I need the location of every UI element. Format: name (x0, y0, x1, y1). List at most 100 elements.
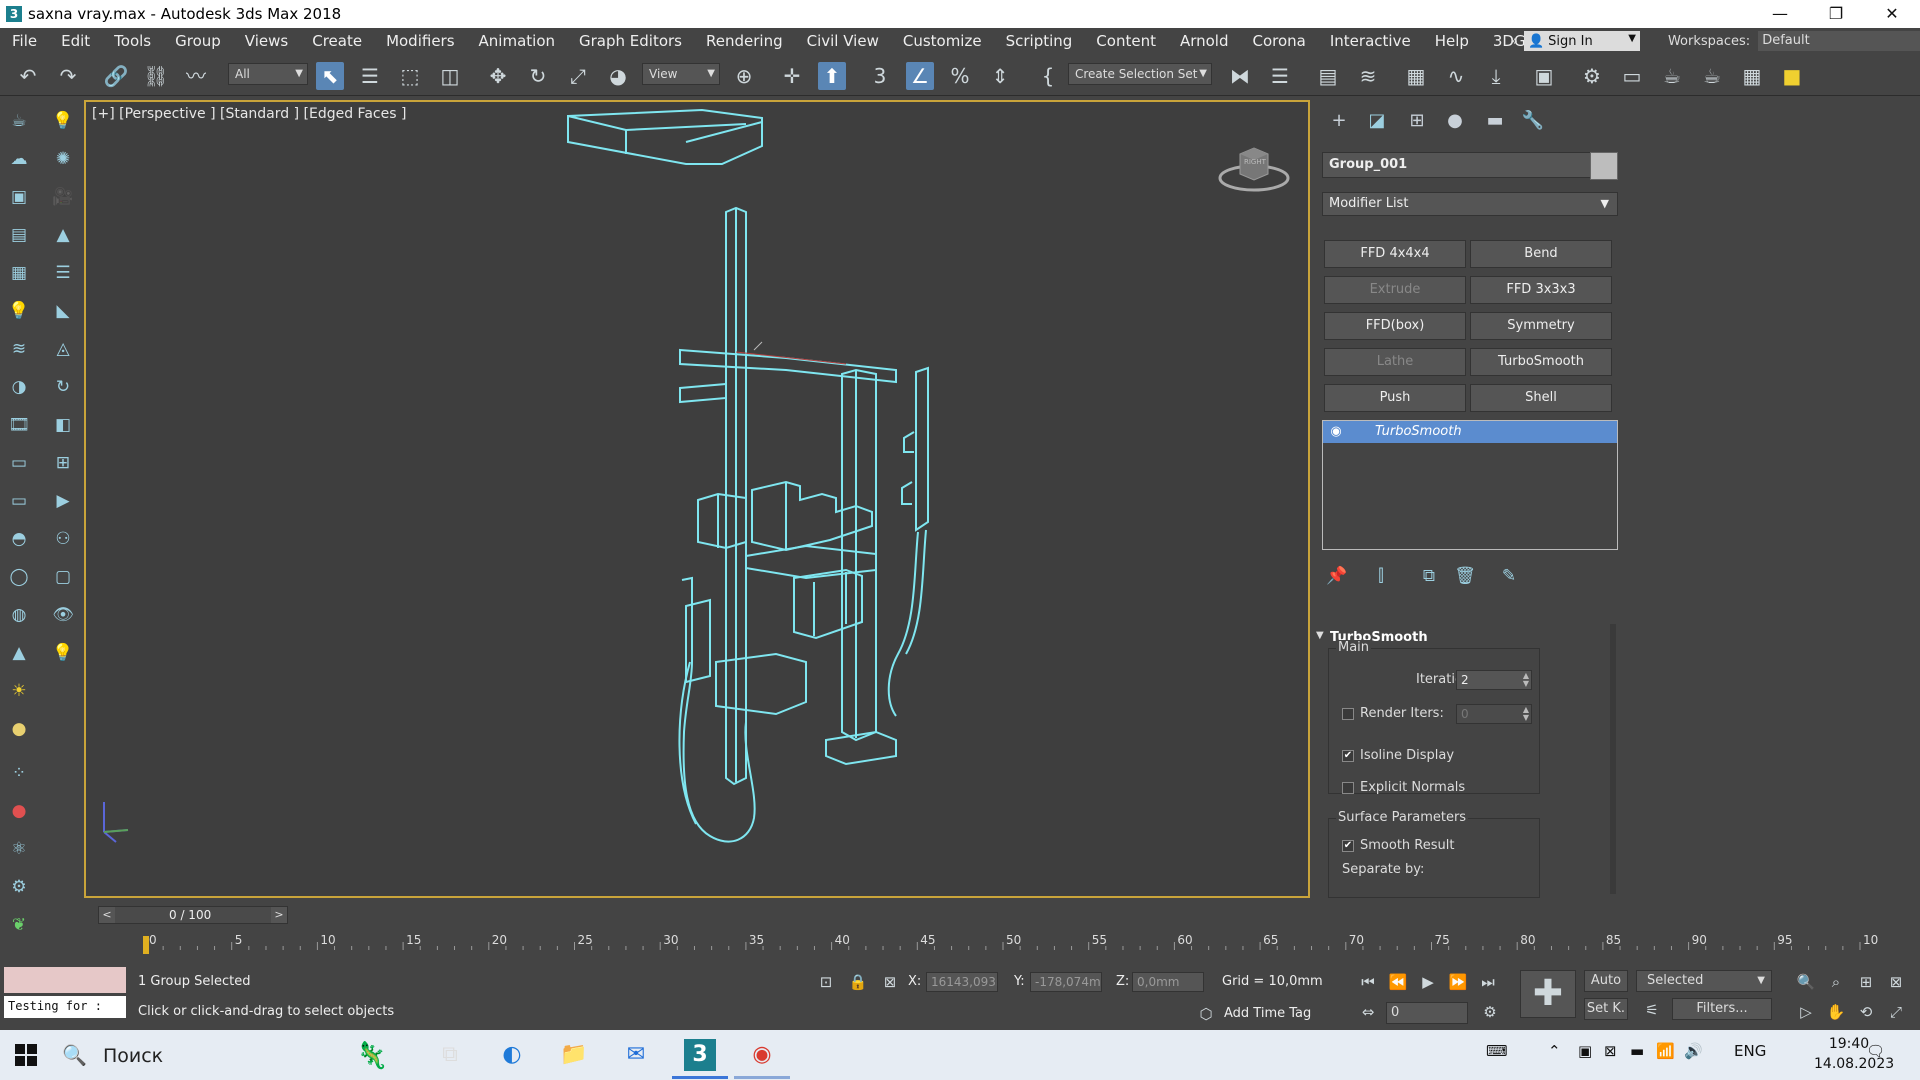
modifier-button-push[interactable]: Push (1324, 384, 1466, 412)
key-filter-dropdown[interactable]: Selected ▼ (1636, 970, 1772, 992)
render-setup-icon[interactable]: ⚙ (1578, 62, 1606, 90)
light-lister-icon[interactable]: 💡 (6, 298, 32, 324)
modifier-button-shell[interactable]: Shell (1470, 384, 1612, 412)
angle-snap-icon[interactable]: ∠ (906, 62, 934, 90)
scale-icon[interactable]: ⤢ (564, 62, 592, 90)
wifi-icon[interactable]: 📶 (1656, 1042, 1675, 1060)
selection-filter-dropdown[interactable]: All ▼ (228, 63, 308, 85)
menu-arnold[interactable]: Arnold (1168, 32, 1241, 50)
eye-icon[interactable]: 👁 (50, 602, 76, 628)
create-light-icon[interactable]: 💡 (50, 108, 76, 134)
volume-icon[interactable]: 🔊 (1684, 1042, 1703, 1060)
object-name-field[interactable]: Group_001 (1322, 152, 1592, 178)
unlink-icon[interactable]: ⛓ (142, 62, 170, 90)
link-icon[interactable]: 🔗 (102, 62, 130, 90)
mesh-light-icon[interactable]: ◍ (6, 602, 32, 628)
explicit-normals-checkbox[interactable] (1342, 782, 1354, 794)
auto-key-button[interactable]: Auto (1584, 970, 1628, 992)
snaps-toggle-icon[interactable]: 3 (866, 62, 894, 90)
modifier-button-bend[interactable]: Bend (1470, 240, 1612, 268)
mail-icon[interactable]: ✉ (620, 1039, 652, 1071)
tray-security-icon[interactable]: ⊠ (1604, 1042, 1617, 1060)
window-crossing-icon[interactable]: ◫ (436, 62, 464, 90)
rotate-icon[interactable]: ↻ (524, 62, 552, 90)
pin-stack-icon[interactable]: 📌 (1324, 566, 1350, 592)
current-frame-marker[interactable] (143, 936, 149, 954)
sphere-icon[interactable]: ◯ (6, 564, 32, 590)
menu-views[interactable]: Views (233, 32, 300, 50)
spot-icon[interactable]: ▲ (6, 640, 32, 666)
menu-modifiers[interactable]: Modifiers (374, 32, 466, 50)
modifier-stack[interactable]: ◉ TurboSmooth (1322, 420, 1618, 550)
edit-named-sets-icon[interactable]: { (1034, 62, 1062, 90)
zoom-extents-all-icon[interactable]: ⊠ (1886, 972, 1906, 992)
plant-icon[interactable]: ❦ (6, 912, 32, 938)
tray-overflow-icon[interactable]: ⌃ (1548, 1042, 1561, 1060)
remove-modifier-icon[interactable]: 🗑 (1452, 566, 1478, 592)
set-key-button[interactable]: Set K. (1584, 998, 1628, 1020)
dome-icon[interactable]: ◓ (6, 526, 32, 552)
menu-scripting[interactable]: Scripting (994, 32, 1085, 50)
bind-space-warp-icon[interactable]: 〰 (182, 62, 210, 90)
plane-icon[interactable]: ▭ (6, 450, 32, 476)
particle-icon[interactable]: ● (6, 798, 32, 824)
menu-tools[interactable]: Tools (102, 32, 163, 50)
time-config-icon[interactable]: ⚙ (1480, 1002, 1500, 1022)
render-iters-checkbox[interactable] (1342, 708, 1354, 720)
redo-icon[interactable]: ↷ (54, 62, 82, 90)
x-coordinate-field[interactable]: 16143,093m (926, 972, 998, 992)
y-coordinate-field[interactable]: -178,074mr (1030, 972, 1102, 992)
modifier-button-ffd-box[interactable]: FFD(box) (1324, 312, 1466, 340)
spinner-arrows-icon[interactable]: ▲ ▼ (1523, 672, 1529, 688)
spinner-snap-icon[interactable]: ⇕ (986, 62, 1014, 90)
layers-icon[interactable]: ▤ (6, 222, 32, 248)
render-iterative-icon[interactable]: ☕ (1698, 62, 1726, 90)
menu-overflow-icon[interactable]: » (1510, 34, 1518, 49)
time-slider[interactable]: < 0 / 100 > (98, 906, 288, 924)
menu-content[interactable]: Content (1084, 32, 1168, 50)
sphere-light-icon[interactable]: ◑ (6, 374, 32, 400)
menu-file[interactable]: File (0, 32, 49, 50)
list-icon[interactable]: ☰ (50, 260, 76, 286)
schematic-view-icon[interactable]: ⤓ (1482, 62, 1510, 90)
menu-corona[interactable]: Corona (1241, 32, 1318, 50)
menu-edit[interactable]: Edit (49, 32, 102, 50)
add-time-tag-button[interactable]: Add Time Tag (1224, 1006, 1311, 1021)
menu-animation[interactable]: Animation (467, 32, 567, 50)
maxscript-listener-output[interactable] (4, 967, 126, 993)
task-view-icon[interactable]: ⧉ (434, 1039, 466, 1071)
scatter-icon[interactable]: ⁘ (6, 760, 32, 786)
menu-interactive[interactable]: Interactive (1318, 32, 1423, 50)
rollout-collapse-icon[interactable]: ▼ (1316, 630, 1324, 641)
key-filters-button[interactable]: Filters... (1672, 998, 1772, 1020)
close-button[interactable]: ✕ (1864, 0, 1920, 28)
notifications-icon[interactable]: 🗨 (1866, 1042, 1885, 1060)
maxscript-mini-listener[interactable]: Testing for : (4, 996, 126, 1018)
bulb-icon[interactable]: 💡 (50, 640, 76, 666)
sun-icon[interactable]: ☀ (6, 678, 32, 704)
gear-icon[interactable]: ⚙ (6, 874, 32, 900)
rect-light-icon[interactable]: ▭ (6, 488, 32, 514)
frame-buffer-icon[interactable]: ▦ (6, 260, 32, 286)
spotlight-icon[interactable]: ◣ (50, 298, 76, 324)
tray-app-icon[interactable]: ▣ (1578, 1042, 1592, 1060)
z-coordinate-field[interactable]: 0,0mm (1132, 972, 1204, 992)
material-editor-icon[interactable]: ▣ (1530, 62, 1558, 90)
proxy-icon[interactable]: ◧ (50, 412, 76, 438)
modifier-button-ffd-3x3x3[interactable]: FFD 3x3x3 (1470, 276, 1612, 304)
maximize-button[interactable]: ❐ (1808, 0, 1864, 28)
orbit-icon[interactable]: ⟲ (1856, 1002, 1876, 1022)
keyboard-shortcut-override-icon[interactable]: ⬆ (818, 62, 846, 90)
network-icon[interactable]: ⚛ (6, 836, 32, 862)
key-mode-icon[interactable]: ⇔ (1358, 1002, 1378, 1022)
spinner-arrows-icon[interactable]: ▲ ▼ (1523, 706, 1529, 722)
reference-coord-dropdown[interactable]: View ▼ (642, 63, 720, 85)
menu-civil-view[interactable]: Civil View (795, 32, 891, 50)
modifier-button-ffd-4x4x4[interactable]: FFD 4x4x4 (1324, 240, 1466, 268)
modifier-button-lathe[interactable]: Lathe (1324, 348, 1466, 376)
create-teapot-icon[interactable]: ☕ (6, 108, 32, 134)
frame-icon[interactable]: ▢ (50, 564, 76, 590)
zoom-extents-icon[interactable]: ⊞ (1856, 972, 1876, 992)
ies-light-icon[interactable]: ◬ (50, 336, 76, 362)
minimize-button[interactable]: — (1752, 0, 1808, 28)
